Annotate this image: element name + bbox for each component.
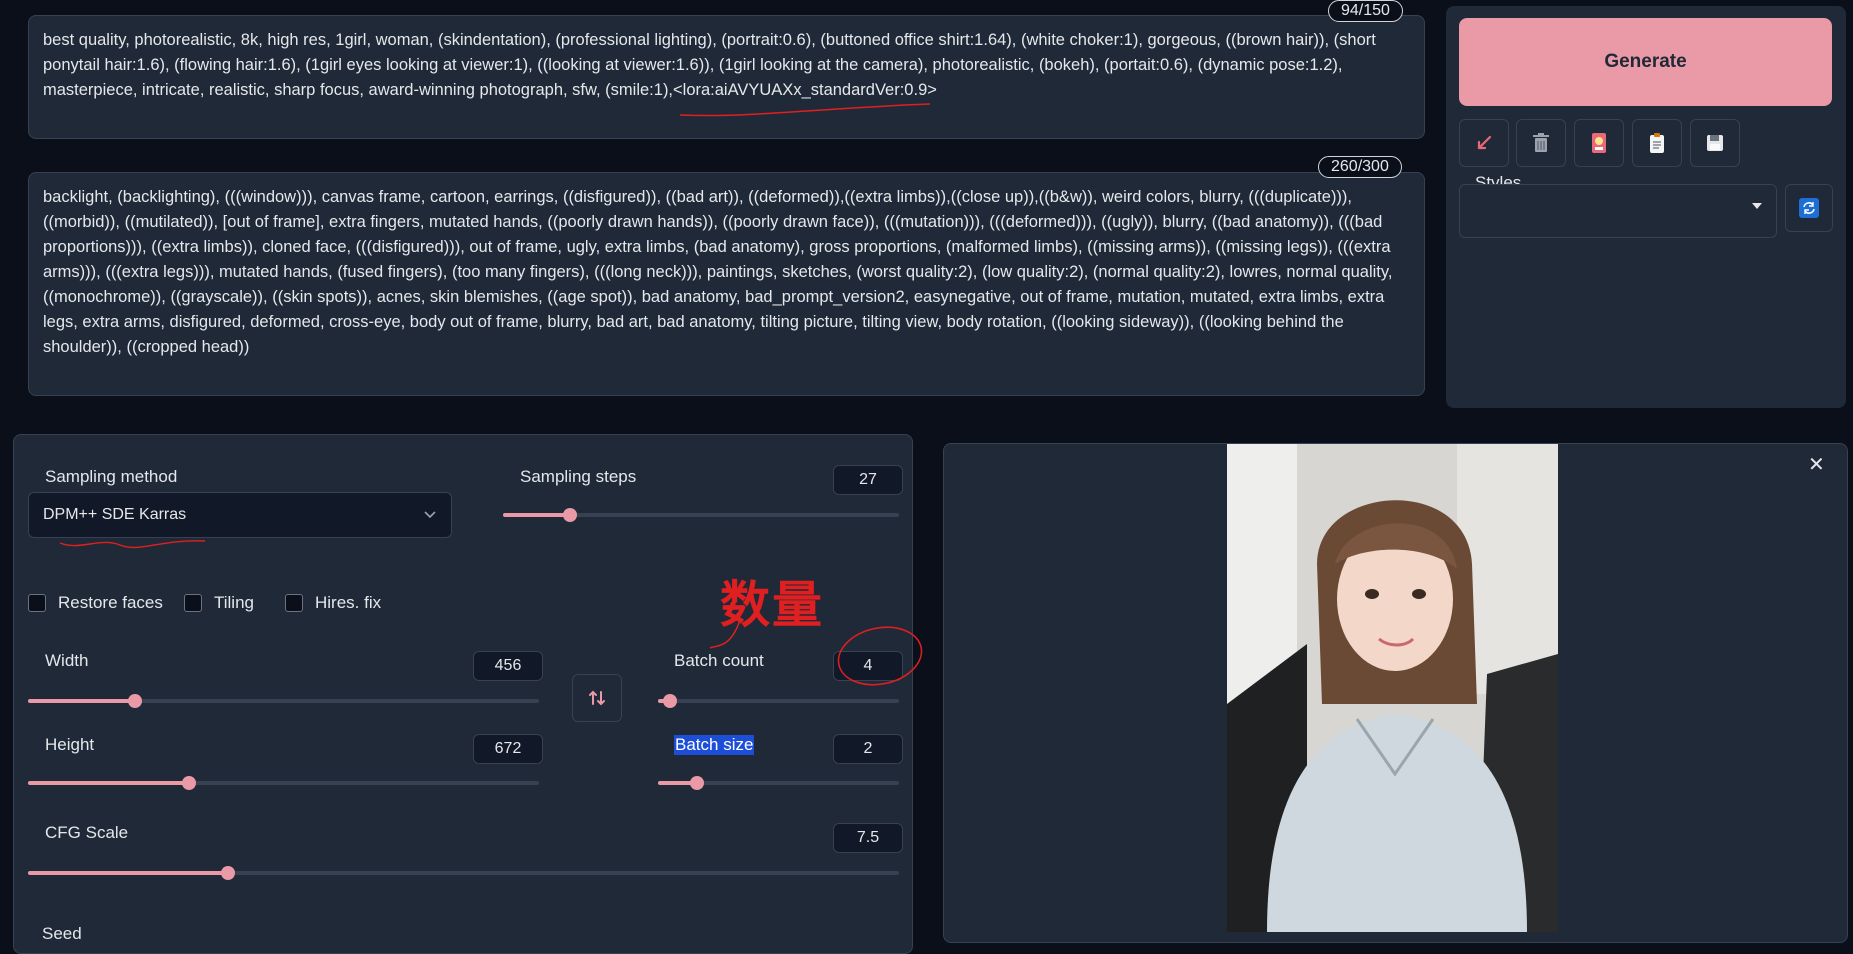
restore-faces-checkbox[interactable]	[28, 594, 46, 612]
positive-token-counter: 94/150	[1328, 0, 1403, 22]
height-label: Height	[45, 735, 95, 754]
clear-prompt-button[interactable]	[1516, 119, 1566, 167]
width-slider[interactable]	[28, 694, 539, 708]
cfg-scale-slider[interactable]	[28, 866, 899, 880]
hires-fix-label: Hires. fix	[315, 593, 382, 612]
arrow-read-icon	[1477, 135, 1492, 150]
portrait-image	[1227, 444, 1558, 932]
slider-thumb[interactable]	[181, 776, 196, 790]
negative-prompt-text: backlight, (backlighting), (((window))),…	[43, 188, 1393, 356]
cfg-scale-label: CFG Scale	[45, 823, 129, 842]
chevron-down-icon	[424, 511, 436, 519]
trash-icon	[1533, 133, 1549, 152]
batch-size-label: Batch size	[674, 735, 755, 755]
close-icon[interactable]: ✕	[1808, 455, 1825, 475]
slider-thumb[interactable]	[689, 776, 704, 790]
width-label: Width	[45, 651, 89, 670]
read-params-button[interactable]	[1459, 119, 1509, 167]
sampling-steps-label: Sampling steps	[520, 467, 637, 486]
tiling-label: Tiling	[214, 593, 254, 612]
slider-fill	[503, 513, 571, 517]
sampler-underline-annotation	[59, 540, 206, 549]
width-input[interactable]: 456	[473, 651, 543, 681]
sampling-method-dropdown[interactable]: DPM++ SDE Karras	[28, 492, 452, 538]
refresh-icon	[1799, 198, 1819, 218]
save-style-button[interactable]	[1690, 119, 1740, 167]
negative-prompt-input[interactable]: backlight, (backlighting), (((window))),…	[28, 172, 1425, 396]
height-slider[interactable]	[28, 776, 539, 790]
slider-thumb[interactable]	[663, 694, 678, 708]
sampling-method-label: Sampling method	[45, 467, 178, 486]
batch-size-input[interactable]: 2	[833, 734, 903, 764]
model-card-icon	[1592, 133, 1606, 153]
sampling-steps-input[interactable]: 27	[833, 465, 903, 495]
annotation-strokes	[709, 619, 923, 686]
batch-size-slider[interactable]	[658, 776, 899, 790]
sampling-steps-slider[interactable]	[503, 508, 899, 522]
extra-networks-button[interactable]	[1574, 119, 1624, 167]
height-input[interactable]: 672	[473, 734, 543, 764]
negative-token-counter: 260/300	[1318, 156, 1402, 178]
sampling-method-value: DPM++ SDE Karras	[43, 506, 187, 523]
lora-underline-annotation	[679, 103, 931, 117]
save-icon	[1707, 135, 1723, 151]
caret-down-icon	[1752, 203, 1762, 209]
swap-arrows-icon	[589, 690, 605, 706]
seed-label: Seed	[42, 924, 82, 943]
apply-style-button[interactable]	[1632, 119, 1682, 167]
cfg-scale-input[interactable]: 7.5	[833, 823, 903, 853]
positive-prompt-text: best quality, photorealistic, 8k, high r…	[43, 31, 1376, 99]
swap-dimensions-button[interactable]	[572, 674, 622, 722]
slider-fill	[28, 871, 229, 875]
tiling-checkbox[interactable]	[184, 594, 202, 612]
clipboard-icon	[1650, 133, 1664, 153]
slider-fill	[28, 781, 189, 785]
generate-button[interactable]: Generate	[1459, 18, 1832, 106]
generated-image[interactable]	[1227, 444, 1558, 932]
restore-faces-label: Restore faces	[58, 593, 163, 612]
refresh-styles-button[interactable]	[1785, 184, 1833, 232]
generate-label: Generate	[1604, 51, 1687, 72]
styles-dropdown[interactable]	[1459, 184, 1777, 238]
hires-fix-checkbox[interactable]	[285, 594, 303, 612]
slider-fill	[28, 699, 136, 703]
